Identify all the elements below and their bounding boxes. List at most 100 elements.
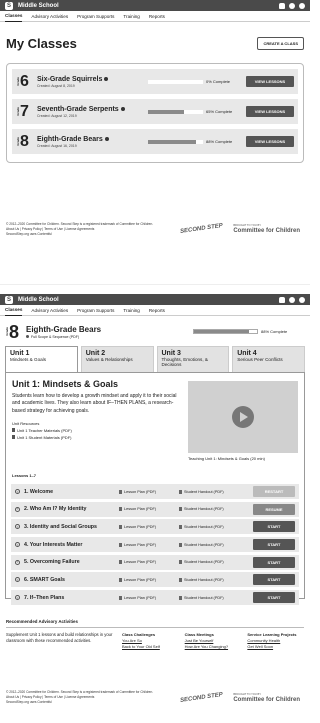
- lesson-plan-link[interactable]: Lesson Plan (PDF): [124, 596, 156, 600]
- user-icon[interactable]: [299, 2, 305, 9]
- chevron-down-icon[interactable]: ˅: [15, 506, 20, 512]
- nav-training[interactable]: Training: [123, 305, 139, 316]
- column-heading: Class Meetings: [184, 632, 214, 637]
- student-handout-link[interactable]: Student Handout (PDF): [184, 578, 224, 582]
- chevron-down-icon[interactable]: ˅: [15, 524, 20, 530]
- nav-reports[interactable]: Reports: [149, 11, 165, 22]
- lesson-name[interactable]: 6. SMART Goals: [24, 577, 119, 583]
- bell-icon[interactable]: [279, 296, 285, 303]
- top-bar: S Middle School: [0, 294, 310, 305]
- help-icon[interactable]: [289, 296, 295, 303]
- progress-text: 65% Complete: [206, 109, 233, 114]
- pdf-icon: [179, 507, 182, 512]
- view-lessons-button[interactable]: VIEW LESSONS: [246, 136, 294, 147]
- grade-number: 8: [20, 132, 29, 150]
- chevron-down-icon[interactable]: ˅: [15, 489, 20, 494]
- lesson-plan-link[interactable]: Lesson Plan (PDF): [124, 525, 156, 529]
- student-handout-link[interactable]: Student Handout (PDF): [184, 543, 224, 547]
- nav-advisory-activities[interactable]: Advisory Activities: [31, 305, 68, 316]
- student-materials-link[interactable]: Unit 1 Student Materials (PDF): [17, 435, 71, 440]
- bell-icon[interactable]: [279, 2, 285, 9]
- start-button[interactable]: START: [253, 574, 295, 586]
- progress-bar: [193, 329, 258, 334]
- committee-for-children-logo[interactable]: BROUGHT TO YOU BY Committee for Children: [233, 224, 300, 234]
- activity-link[interactable]: How Are You Changing?: [185, 644, 242, 650]
- chevron-down-icon[interactable]: ˅: [15, 559, 20, 565]
- lesson-plan-link[interactable]: Lesson Plan (PDF): [124, 578, 156, 582]
- second-step-logo[interactable]: SECOND STEP: [180, 223, 223, 235]
- column-heading: Service Learning Projects: [247, 632, 297, 637]
- nav-program-supports[interactable]: Program Supports: [77, 305, 114, 316]
- pdf-icon: [179, 489, 182, 494]
- committee-for-children-logo[interactable]: BROUGHT TO YOU BY Committee for Children: [233, 693, 300, 702]
- class-name[interactable]: Six-Grade Squirrels: [37, 76, 102, 83]
- gear-icon[interactable]: [104, 136, 109, 141]
- restart-button[interactable]: RESTART: [253, 486, 295, 497]
- start-button[interactable]: START: [253, 521, 295, 533]
- nav-advisory-activities[interactable]: Advisory Activities: [31, 11, 68, 22]
- lesson-plan-link[interactable]: Lesson Plan (PDF): [124, 560, 156, 564]
- lesson-plan-link[interactable]: Lesson Plan (PDF): [124, 490, 156, 494]
- pdf-icon: [179, 524, 182, 529]
- lesson-row: ˅ 4. Your Interests Matter Lesson Plan (…: [11, 537, 299, 553]
- play-icon[interactable]: [232, 406, 254, 428]
- page-title: My Classes: [6, 36, 77, 51]
- chevron-down-icon[interactable]: ˅: [15, 595, 20, 601]
- student-handout-link[interactable]: Student Handout (PDF): [184, 507, 224, 511]
- lesson-name[interactable]: 2. Who Am I? My Identity: [24, 506, 119, 512]
- main-nav: Classes Advisory Activities Program Supp…: [0, 11, 310, 22]
- nav-classes[interactable]: Classes: [5, 10, 23, 22]
- student-handout-link[interactable]: Student Handout (PDF): [184, 596, 224, 600]
- user-icon[interactable]: [299, 296, 305, 303]
- class-name[interactable]: Eighth-Grade Bears: [37, 136, 103, 143]
- class-name[interactable]: Seventh-Grade Serpents: [37, 106, 119, 113]
- lesson-plan-link[interactable]: Lesson Plan (PDF): [124, 543, 156, 547]
- resume-button[interactable]: RESUME: [253, 503, 295, 515]
- tab-title: Unit 3: [161, 350, 181, 357]
- lesson-row: ˅ 6. SMART Goals Lesson Plan (PDF) Stude…: [11, 572, 299, 588]
- start-button[interactable]: START: [253, 539, 295, 551]
- tab-unit-1[interactable]: Unit 1 Mindsets & Goals: [5, 346, 78, 372]
- logo-text: Committee for Children: [233, 227, 300, 234]
- start-button[interactable]: START: [253, 556, 295, 568]
- scope-sequence-link[interactable]: Full Scope & Sequence (PDF): [31, 335, 79, 339]
- chevron-down-icon[interactable]: ˅: [15, 542, 20, 548]
- lesson-name[interactable]: 5. Overcoming Failure: [24, 559, 119, 565]
- nav-classes[interactable]: Classes: [5, 304, 23, 316]
- help-icon[interactable]: [289, 2, 295, 9]
- app-logo-icon[interactable]: S: [5, 295, 13, 304]
- app-logo-icon[interactable]: S: [5, 1, 13, 10]
- nav-reports[interactable]: Reports: [149, 305, 165, 316]
- pdf-icon: [119, 524, 122, 529]
- footer: © 2012–2020 Committee for Children. Seco…: [6, 222, 153, 237]
- chevron-down-icon[interactable]: ˅: [15, 577, 20, 583]
- second-step-logo[interactable]: SECOND STEP: [180, 692, 223, 704]
- activity-link[interactable]: Back to Your Old Self: [122, 644, 179, 650]
- lesson-row: ˅ 3. Identity and Social Groups Lesson P…: [11, 519, 299, 535]
- lesson-name[interactable]: 1. Welcome: [24, 489, 119, 495]
- tab-unit-3[interactable]: Unit 3 Thoughts, Emotions, & Decisions: [156, 346, 230, 372]
- lesson-name[interactable]: 7. If–Then Plans: [24, 595, 119, 601]
- start-button[interactable]: START: [253, 592, 295, 604]
- student-handout-link[interactable]: Student Handout (PDF): [184, 525, 224, 529]
- lesson-plan-link[interactable]: Lesson Plan (PDF): [124, 507, 156, 511]
- tab-title: Unit 2: [85, 350, 106, 357]
- nav-training[interactable]: Training: [123, 11, 139, 22]
- view-lessons-button[interactable]: VIEW LESSONS: [246, 106, 294, 117]
- gear-icon[interactable]: [120, 106, 125, 111]
- lesson-name[interactable]: 3. Identity and Social Groups: [24, 524, 119, 530]
- tab-unit-2[interactable]: Unit 2 Values & Relationships: [80, 346, 154, 372]
- student-handout-link[interactable]: Student Handout (PDF): [184, 560, 224, 564]
- nav-program-supports[interactable]: Program Supports: [77, 11, 114, 22]
- unit-tabs: Unit 1 Mindsets & Goals Unit 2 Values & Re…: [5, 346, 305, 372]
- video-caption: Teaching Unit 1: Mindsets & Goals (20 mi…: [188, 456, 265, 461]
- gear-icon[interactable]: [104, 76, 109, 81]
- tab-unit-4[interactable]: Unit 4 Serious Peer Conflicts: [232, 346, 305, 372]
- student-handout-link[interactable]: Student Handout (PDF): [184, 490, 224, 494]
- view-lessons-button[interactable]: VIEW LESSONS: [246, 76, 294, 87]
- lesson-name[interactable]: 4. Your Interests Matter: [24, 542, 119, 548]
- video-player[interactable]: [188, 381, 298, 453]
- teacher-materials-link[interactable]: Unit 1 Teacher Materials (PDF): [17, 428, 72, 433]
- create-class-button[interactable]: CREATE A CLASS: [257, 37, 304, 50]
- activity-link[interactable]: Get Well Soon: [247, 644, 304, 650]
